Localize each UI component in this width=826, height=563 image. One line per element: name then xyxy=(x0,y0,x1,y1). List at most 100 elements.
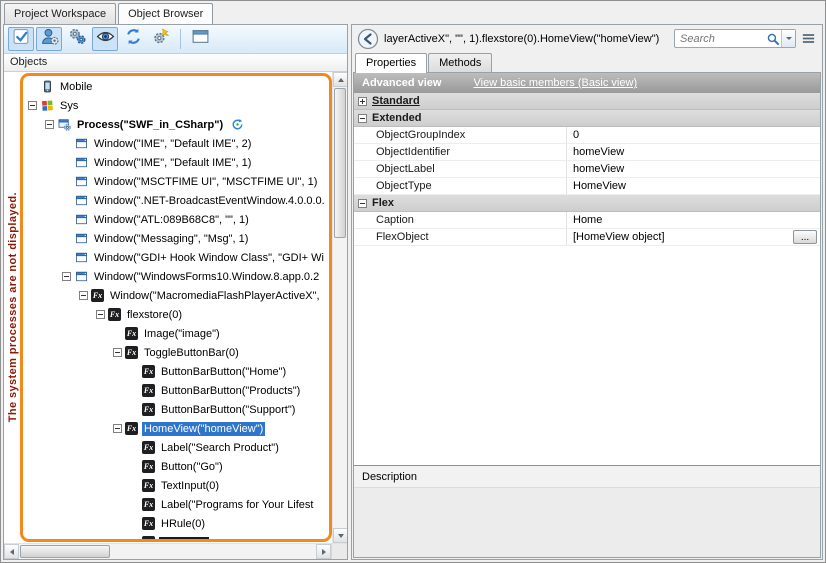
property-name: ObjectType xyxy=(354,178,567,194)
member-tabs: Properties Methods xyxy=(352,52,822,72)
property-group-header[interactable]: Extended xyxy=(354,110,820,127)
view-mode-title: Advanced view xyxy=(362,77,441,89)
tree-item[interactable]: FxLabel("Search Product") xyxy=(25,438,329,457)
scroll-right-button[interactable] xyxy=(316,544,331,559)
run-services-button[interactable] xyxy=(148,27,174,51)
property-row[interactable]: ObjectType HomeView xyxy=(354,178,820,195)
tree-item[interactable]: FxImage("image") xyxy=(25,324,329,343)
tree-item-label: ButtonBarButton("Products") xyxy=(159,384,302,398)
property-group-header[interactable]: Standard xyxy=(354,93,820,110)
flex-icon: Fx xyxy=(125,327,138,340)
tree-item[interactable]: FxButtonBarButton("Products") xyxy=(25,381,329,400)
property-value-text: HomeView xyxy=(573,180,626,192)
scroll-up-button[interactable] xyxy=(333,72,347,87)
tree-item-label: ToggleButtonBar(0) xyxy=(142,346,241,360)
tree-item[interactable]: Window(".NET-BroadcastEventWindow.4.0.0.… xyxy=(25,191,329,210)
tree-item[interactable]: FxButton("Go") xyxy=(25,457,329,476)
tree-item[interactable]: Process("SWF_in_CSharp") xyxy=(25,115,329,134)
group-expander-minus[interactable] xyxy=(358,114,367,123)
tree-expander-minus[interactable] xyxy=(79,291,88,300)
refresh-button[interactable] xyxy=(120,27,146,51)
tree-item[interactable]: FxButtonBarButton("Home") xyxy=(25,362,329,381)
property-value: Home xyxy=(567,212,820,228)
gear-bolt-icon xyxy=(152,27,171,51)
tree-expander-minus[interactable] xyxy=(113,348,122,357)
tab-methods[interactable]: Methods xyxy=(428,53,492,72)
tab-object-browser[interactable]: Object Browser xyxy=(118,3,213,24)
tree-item[interactable]: Window("IME", "Default IME", 2) xyxy=(25,134,329,153)
property-group-header[interactable]: Flex xyxy=(354,195,820,212)
group-expander-plus[interactable] xyxy=(358,97,367,106)
tree-item[interactable]: Fx xyxy=(25,533,329,539)
tree-item[interactable]: Window("MSCTFIME UI", "MSCTFIME UI", 1) xyxy=(25,172,329,191)
property-group-name: Flex xyxy=(372,197,394,209)
panel-menu-button[interactable] xyxy=(801,31,817,47)
property-ellipsis-button[interactable]: ... xyxy=(793,230,817,244)
property-value: 0 xyxy=(567,127,820,143)
show-processes-button[interactable] xyxy=(36,27,62,51)
tree-expander-minus[interactable] xyxy=(28,101,37,110)
highlight-object-button[interactable] xyxy=(92,27,118,51)
objects-panel: Objects The system processes are not dis… xyxy=(3,24,348,560)
scrollbar-corner xyxy=(331,544,347,559)
tree-item[interactable]: FxButtonBarButton("Support") xyxy=(25,400,329,419)
property-row[interactable]: FlexObject[HomeView object]... xyxy=(354,229,820,246)
horizontal-scroll-thumb[interactable] xyxy=(20,545,110,558)
group-expander-minus[interactable] xyxy=(358,199,367,208)
object-browser-window: Project Workspace Object Browser Objects… xyxy=(0,0,826,563)
tree-item[interactable]: Window("IME", "Default IME", 1) xyxy=(25,153,329,172)
tab-properties[interactable]: Properties xyxy=(355,53,427,73)
tree-item[interactable]: FxToggleButtonBar(0) xyxy=(25,343,329,362)
tree-expander-minus[interactable] xyxy=(96,310,105,319)
flex-icon: Fx xyxy=(142,441,155,454)
tree-item[interactable]: Window("GDI+ Hook Window Class", "GDI+ W… xyxy=(25,248,329,267)
tree-item[interactable]: FxTextInput(0) xyxy=(25,476,329,495)
property-row[interactable]: ObjectLabelhomeView xyxy=(354,161,820,178)
tree-expander-minus[interactable] xyxy=(45,120,54,129)
tree-expander-minus[interactable] xyxy=(62,272,71,281)
scroll-down-button[interactable] xyxy=(333,528,347,543)
tree-item-label: HomeView("homeView") xyxy=(142,422,265,436)
property-value-text: Home xyxy=(573,214,602,226)
tree-item[interactable]: Window("ATL:089B68C8", "", 1) xyxy=(25,210,329,229)
back-button[interactable] xyxy=(357,28,379,50)
tree-item[interactable]: FxHomeView("homeView") xyxy=(25,419,329,438)
tab-project-workspace[interactable]: Project Workspace xyxy=(4,3,116,24)
tree-item-label: Window("IME", "Default IME", 2) xyxy=(92,137,253,151)
scroll-left-button[interactable] xyxy=(4,544,19,559)
window-panel-icon xyxy=(191,27,210,51)
chevron-down-icon xyxy=(786,37,792,43)
panel-view-button[interactable] xyxy=(187,27,213,51)
property-name: ObjectLabel xyxy=(354,161,567,177)
property-name: ObjectGroupIndex xyxy=(354,127,567,143)
tree-item-label: ButtonBarButton("Support") xyxy=(159,403,297,417)
objects-toolbar xyxy=(4,25,347,54)
vertical-scroll-thumb[interactable] xyxy=(334,88,346,238)
property-row[interactable]: CaptionHome xyxy=(354,212,820,229)
tree-horizontal-scrollbar[interactable] xyxy=(4,543,347,559)
property-value: [HomeView object]... xyxy=(567,229,820,245)
property-value-text: [HomeView object] xyxy=(573,231,665,243)
search-icon[interactable] xyxy=(766,32,780,46)
tree-item[interactable]: FxLabel("Programs for Your Lifest xyxy=(25,495,329,514)
basic-view-link[interactable]: View basic members (Basic view) xyxy=(473,77,637,89)
property-row[interactable]: ObjectGroupIndex0 xyxy=(354,127,820,144)
search-input[interactable] xyxy=(675,33,766,45)
property-row[interactable]: ObjectIdentifierhomeView xyxy=(354,144,820,161)
show-services-button[interactable] xyxy=(64,27,90,51)
search-dropdown-button[interactable] xyxy=(781,30,795,47)
tree-item[interactable]: FxWindow("MacromediaFlashPlayerActiveX", xyxy=(25,286,329,305)
tree-item[interactable]: Sys xyxy=(25,96,329,115)
tree-item[interactable]: Window("WindowsForms10.Window.8.app.0.2 xyxy=(25,267,329,286)
system-processes-note: The system processes are not displayed. xyxy=(4,72,21,543)
window-icon xyxy=(74,251,88,265)
show-checked-objects-button[interactable] xyxy=(8,27,34,51)
tree-vertical-scrollbar[interactable] xyxy=(332,72,347,543)
tree-item[interactable]: Window("Messaging", "Msg", 1) xyxy=(25,229,329,248)
property-group-name: Extended xyxy=(372,112,422,124)
flex-icon: Fx xyxy=(142,479,155,492)
tree-expander-minus[interactable] xyxy=(113,424,122,433)
tree-item[interactable]: FxHRule(0) xyxy=(25,514,329,533)
tree-item[interactable]: Mobile xyxy=(25,77,329,96)
tree-item[interactable]: Fxflexstore(0) xyxy=(25,305,329,324)
